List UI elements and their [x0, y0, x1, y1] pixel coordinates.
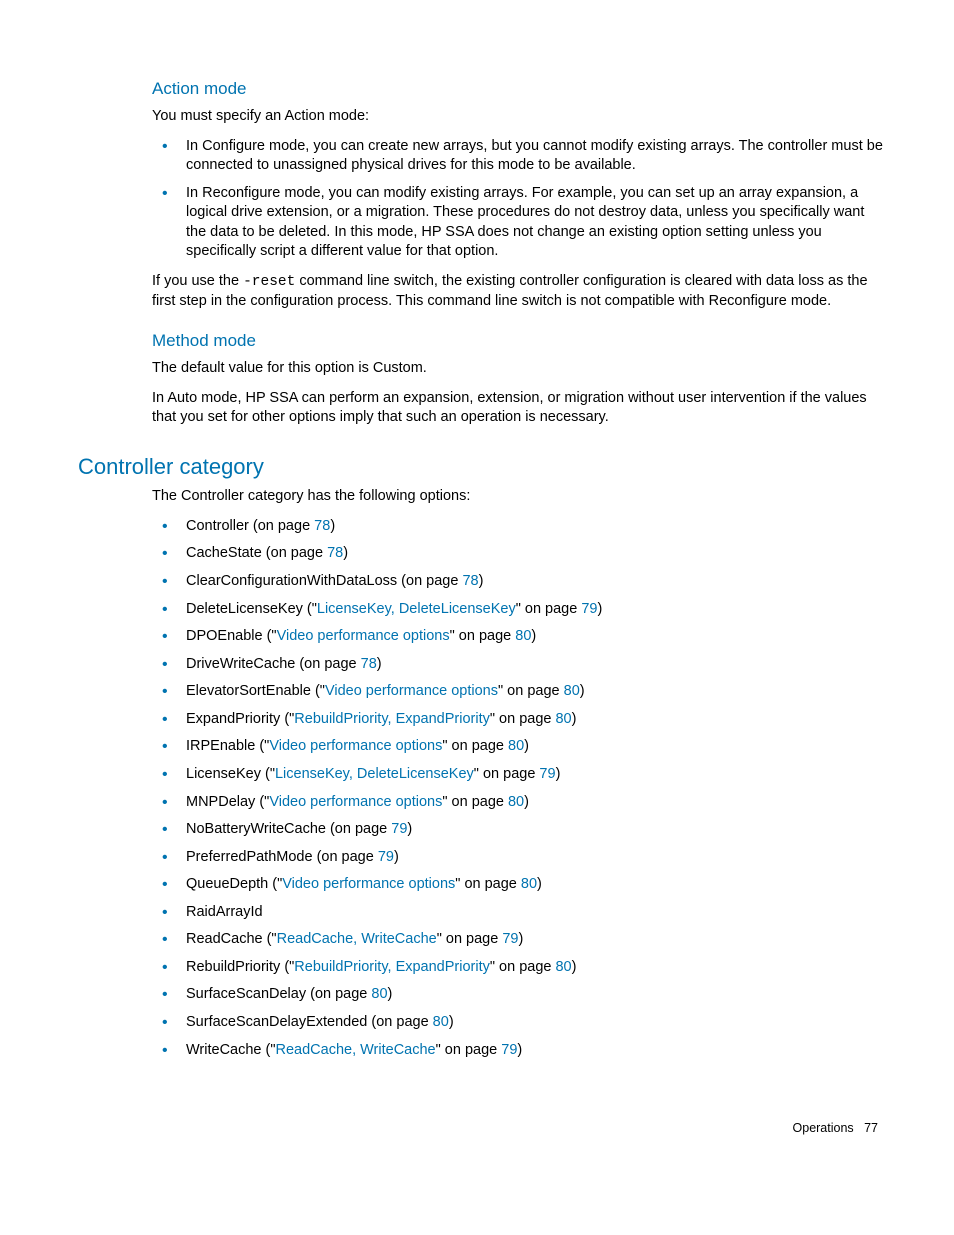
- page-link[interactable]: 80: [515, 628, 531, 644]
- list-item: LicenseKey ("LicenseKey, DeleteLicenseKe…: [152, 765, 884, 785]
- list-item: SurfaceScanDelayExtended (on page 80): [152, 1013, 884, 1033]
- page-link[interactable]: LicenseKey, DeleteLicenseKey: [317, 601, 516, 617]
- code-text: -reset: [243, 274, 295, 290]
- list-item: In Configure mode, you can create new ar…: [152, 137, 884, 176]
- page-link[interactable]: RebuildPriority, ExpandPriority: [294, 711, 490, 727]
- list-item: WriteCache ("ReadCache, WriteCache" on p…: [152, 1041, 884, 1061]
- page-link[interactable]: 79: [501, 1042, 517, 1058]
- page-link[interactable]: Video performance options: [269, 794, 442, 810]
- page-link[interactable]: Video performance options: [282, 876, 455, 892]
- page-link[interactable]: Video performance options: [325, 683, 498, 699]
- heading-method-mode: Method mode: [152, 330, 884, 353]
- page-link[interactable]: 80: [433, 1014, 449, 1030]
- list-item: ReadCache ("ReadCache, WriteCache" on pa…: [152, 930, 884, 950]
- page-link[interactable]: 79: [502, 931, 518, 947]
- page-footer: Operations 77: [78, 1120, 884, 1137]
- page-link[interactable]: 79: [581, 601, 597, 617]
- options-list: Controller (on page 78) CacheState (on pa…: [152, 517, 884, 1060]
- page-link[interactable]: 79: [378, 849, 394, 865]
- paragraph: The default value for this option is Cus…: [152, 359, 884, 379]
- page-link[interactable]: Video performance options: [277, 628, 450, 644]
- list-item: Controller (on page 78): [152, 517, 884, 537]
- list-item: IRPEnable ("Video performance options" o…: [152, 737, 884, 757]
- page-link[interactable]: 80: [555, 959, 571, 975]
- list-item: DriveWriteCache (on page 78): [152, 655, 884, 675]
- list-item: SurfaceScanDelay (on page 80): [152, 985, 884, 1005]
- page-link[interactable]: Video performance options: [269, 738, 442, 754]
- list-item: NoBatteryWriteCache (on page 79): [152, 820, 884, 840]
- heading-action-mode: Action mode: [152, 78, 884, 101]
- paragraph: The Controller category has the followin…: [152, 487, 884, 507]
- page-link[interactable]: 78: [361, 656, 377, 672]
- page-link[interactable]: 80: [521, 876, 537, 892]
- list-item: DPOEnable ("Video performance options" o…: [152, 627, 884, 647]
- page-link[interactable]: 80: [371, 986, 387, 1002]
- page-link[interactable]: 78: [462, 573, 478, 589]
- list-item: MNPDelay ("Video performance options" on…: [152, 793, 884, 813]
- paragraph: In Auto mode, HP SSA can perform an expa…: [152, 389, 884, 428]
- list-item: DeleteLicenseKey ("LicenseKey, DeleteLic…: [152, 600, 884, 620]
- list-item: PreferredPathMode (on page 79): [152, 848, 884, 868]
- list-item: RaidArrayId: [152, 903, 884, 923]
- list-item: ElevatorSortEnable ("Video performance o…: [152, 682, 884, 702]
- page-link[interactable]: ReadCache, WriteCache: [276, 1042, 436, 1058]
- page-link[interactable]: 78: [327, 545, 343, 561]
- page-link[interactable]: RebuildPriority, ExpandPriority: [294, 959, 490, 975]
- list-item: ClearConfigurationWithDataLoss (on page …: [152, 572, 884, 592]
- heading-controller-category: Controller category: [78, 452, 884, 482]
- paragraph: If you use the -reset command line switc…: [152, 272, 884, 312]
- page-link[interactable]: ReadCache, WriteCache: [277, 931, 437, 947]
- list-item: QueueDepth ("Video performance options" …: [152, 875, 884, 895]
- page-link[interactable]: 80: [564, 683, 580, 699]
- page-link[interactable]: 80: [555, 711, 571, 727]
- list-item: CacheState (on page 78): [152, 544, 884, 564]
- paragraph: You must specify an Action mode:: [152, 107, 884, 127]
- list-item: ExpandPriority ("RebuildPriority, Expand…: [152, 710, 884, 730]
- page-link[interactable]: 80: [508, 738, 524, 754]
- page-link[interactable]: 78: [314, 518, 330, 534]
- page-link[interactable]: 79: [539, 766, 555, 782]
- page-link[interactable]: LicenseKey, DeleteLicenseKey: [275, 766, 474, 782]
- list-item: In Reconfigure mode, you can modify exis…: [152, 184, 884, 262]
- page-link[interactable]: 79: [391, 821, 407, 837]
- list-item: RebuildPriority ("RebuildPriority, Expan…: [152, 958, 884, 978]
- page-link[interactable]: 80: [508, 794, 524, 810]
